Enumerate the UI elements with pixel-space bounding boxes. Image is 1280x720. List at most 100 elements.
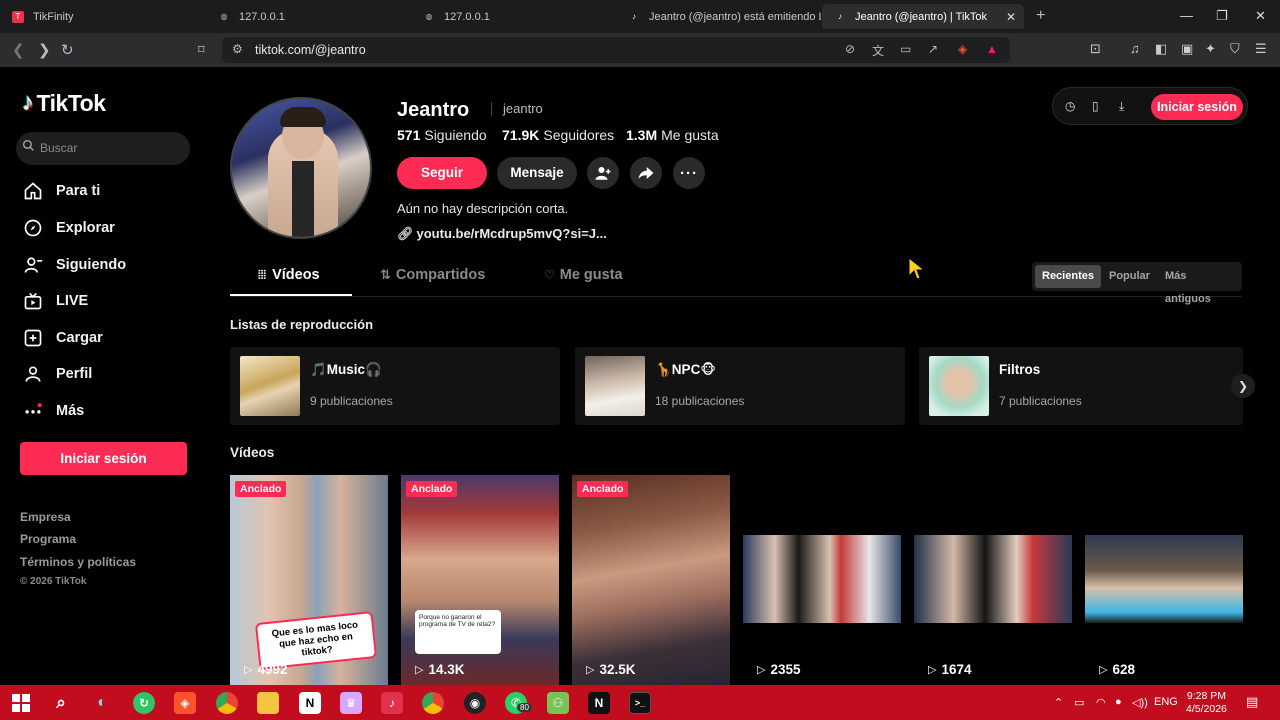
chrome-icon[interactable] <box>216 692 238 714</box>
profile-handle: jeantro <box>491 102 543 116</box>
search-input[interactable] <box>40 138 180 158</box>
video-card[interactable]: ▷ 2355 <box>743 475 901 685</box>
address-bar[interactable]: ⚙ tiktok.com/@jeantro ⊘ 文 ▭ ↗ ◈ ▲ <box>222 37 1010 63</box>
app-icon-purple[interactable]: ♛ <box>340 692 362 714</box>
minimize-icon[interactable]: — <box>1180 8 1193 23</box>
wallet-icon[interactable]: ▣ <box>1181 41 1193 57</box>
bookmark-icon[interactable]: ⌑ <box>198 42 205 58</box>
footer-link[interactable]: Empresa <box>20 510 71 524</box>
avatar[interactable] <box>230 97 372 239</box>
tab-me-gusta[interactable]: ♡ Me gusta <box>544 267 623 283</box>
file-explorer-icon[interactable] <box>257 692 279 714</box>
obs-icon[interactable]: ◉ <box>464 692 486 714</box>
nav-perfil[interactable]: Perfil <box>22 361 92 387</box>
profile-link-text[interactable]: youtu.be/rMcdrup5mvQ?si=J... <box>417 226 607 241</box>
volume-icon[interactable]: ◁)) <box>1132 696 1148 709</box>
maximize-icon[interactable]: ❐ <box>1216 8 1228 24</box>
followers-stat[interactable]: 71.9K Seguidores <box>502 127 614 143</box>
brave-shield-icon[interactable]: ◈ <box>958 42 967 56</box>
playlist-card[interactable]: 🎵Music🎧 9 publicaciones <box>230 347 560 425</box>
video-card[interactable]: Anclado Que es lo mas loco que haz echo … <box>230 475 388 685</box>
profile-link[interactable]: 🔗︎ youtu.be/rMcdrup5mvQ?si=J... <box>397 226 607 242</box>
brave-rewards-icon[interactable]: ▲ <box>986 42 998 56</box>
browser-tab[interactable]: ◍ 127.0.0.1 <box>411 4 616 29</box>
battery-icon[interactable]: ▭ <box>1074 696 1084 709</box>
wifi-icon[interactable]: ◠ <box>1096 696 1106 709</box>
footer-link[interactable]: Programa <box>20 532 76 546</box>
playlist-thumbnail <box>240 356 300 416</box>
browser-tab[interactable]: ◍ 127.0.0.1 <box>206 4 411 29</box>
language-indicator[interactable]: ENG <box>1154 696 1178 708</box>
reply-bubble: Porque no ganaron el programa de TV de r… <box>415 610 501 654</box>
tiktok-taskbar-icon[interactable]: ♪ <box>381 692 403 714</box>
new-tab-button[interactable]: + <box>1036 7 1045 25</box>
more-options-button[interactable]: ··· <box>673 157 705 189</box>
sidebar-icon[interactable]: ◧ <box>1155 41 1167 57</box>
sort-mas-antiguos[interactable]: Más antiguos <box>1158 265 1242 305</box>
message-button[interactable]: Mensaje <box>497 157 577 189</box>
translate-icon[interactable]: 文 <box>872 42 884 59</box>
close-tab-icon[interactable]: ✕ <box>1006 10 1016 24</box>
playlist-next-button[interactable]: ❯ <box>1231 374 1255 398</box>
nav-cargar[interactable]: Cargar <box>22 325 103 351</box>
video-card[interactable]: ▷ 1674 <box>914 475 1072 685</box>
tray-chevron-icon[interactable]: ⌃ <box>1054 696 1063 709</box>
reload-icon[interactable]: ↻ <box>61 41 74 59</box>
back-icon[interactable]: ❮ <box>12 41 25 59</box>
clock[interactable]: 9:28 PM 4/5/2026 <box>1186 690 1227 716</box>
footer-link[interactable]: Términos y políticas <box>20 555 136 569</box>
tab-compartidos[interactable]: ⇅ Compartidos <box>380 267 485 283</box>
android-icon[interactable]: ⚇ <box>547 692 569 714</box>
login-button[interactable]: Iniciar sesión <box>20 442 187 475</box>
coins-icon[interactable]: ◷ <box>1065 99 1075 113</box>
video-card[interactable]: Anclado ▷ 32.5K <box>572 475 730 685</box>
menu-icon[interactable]: ☰ <box>1255 41 1267 57</box>
sort-popular[interactable]: Popular <box>1102 265 1157 288</box>
music-icon[interactable]: ♫ <box>1130 41 1140 56</box>
app-icon-green[interactable]: ↻ <box>133 692 155 714</box>
share-profile-button[interactable] <box>630 157 662 189</box>
video-card[interactable]: ▷ 628 <box>1085 475 1243 685</box>
following-stat[interactable]: 571 Siguiendo <box>397 127 487 143</box>
download-icon[interactable]: ⤓ <box>1119 99 1124 114</box>
nav-para-ti[interactable]: Para ti <box>22 178 100 204</box>
search-taskbar-icon[interactable]: ⌕ <box>50 692 72 714</box>
cast-icon[interactable]: ▭ <box>900 42 911 56</box>
share-icon[interactable]: ↗ <box>928 42 938 56</box>
leo-ai-icon[interactable]: ✦ <box>1205 41 1216 57</box>
tiktok-logo[interactable]: ♪ TikTok <box>22 89 106 117</box>
nav-live[interactable]: LIVE <box>22 288 88 314</box>
browser-tab[interactable]: ♪ Jeantro (@jeantro) está emitiendo LI <box>616 4 821 29</box>
notifications-icon[interactable]: ▤ <box>1246 694 1258 710</box>
nav-siguiendo[interactable]: Siguiendo <box>22 252 126 278</box>
search-box[interactable] <box>16 132 190 165</box>
windows-start-icon[interactable] <box>10 692 32 714</box>
playlist-card[interactable]: Filtros 7 publicaciones <box>919 347 1243 425</box>
media-icon[interactable]: ⊘ <box>845 42 855 56</box>
add-friend-button[interactable] <box>587 157 619 189</box>
sort-recientes[interactable]: Recientes <box>1035 265 1101 288</box>
url-text[interactable]: tiktok.com/@jeantro <box>255 43 366 57</box>
notion-icon[interactable]: N <box>299 692 321 714</box>
top-login-button[interactable]: Iniciar sesión <box>1151 94 1243 120</box>
browser-tab-active[interactable]: ♪ Jeantro (@jeantro) | TikTok ✕ <box>822 4 1024 29</box>
notion-dark-icon[interactable]: N <box>588 692 610 714</box>
mobile-icon[interactable]: ▯ <box>1092 99 1099 113</box>
terminal-icon[interactable]: >_ <box>629 692 651 714</box>
follow-button[interactable]: Seguir <box>397 157 487 189</box>
tab-videos[interactable]: ⦙⦙⦙ Vídeos <box>258 267 320 283</box>
chrome-icon-2[interactable] <box>422 692 444 714</box>
video-card[interactable]: Anclado Porque no ganaron el programa de… <box>401 475 559 685</box>
screenshot-icon[interactable]: ⊡ <box>1090 41 1101 57</box>
brave-icon[interactable]: ◈ <box>174 692 196 714</box>
site-settings-icon[interactable]: ⚙ <box>232 42 243 56</box>
vpn-icon[interactable]: ⛉ <box>1230 41 1240 57</box>
browser-tab[interactable]: T TikFinity <box>0 4 205 29</box>
close-window-icon[interactable]: ✕ <box>1255 8 1266 24</box>
playlist-card[interactable]: 🦒NPC🐵 18 publicaciones <box>575 347 905 425</box>
app-icon-swirl[interactable]: ◐ <box>91 692 113 714</box>
nav-explorar[interactable]: Explorar <box>22 215 115 241</box>
mic-icon[interactable]: ● <box>1115 696 1122 708</box>
forward-icon[interactable]: ❯ <box>38 41 51 59</box>
nav-mas[interactable]: Más <box>22 398 84 424</box>
